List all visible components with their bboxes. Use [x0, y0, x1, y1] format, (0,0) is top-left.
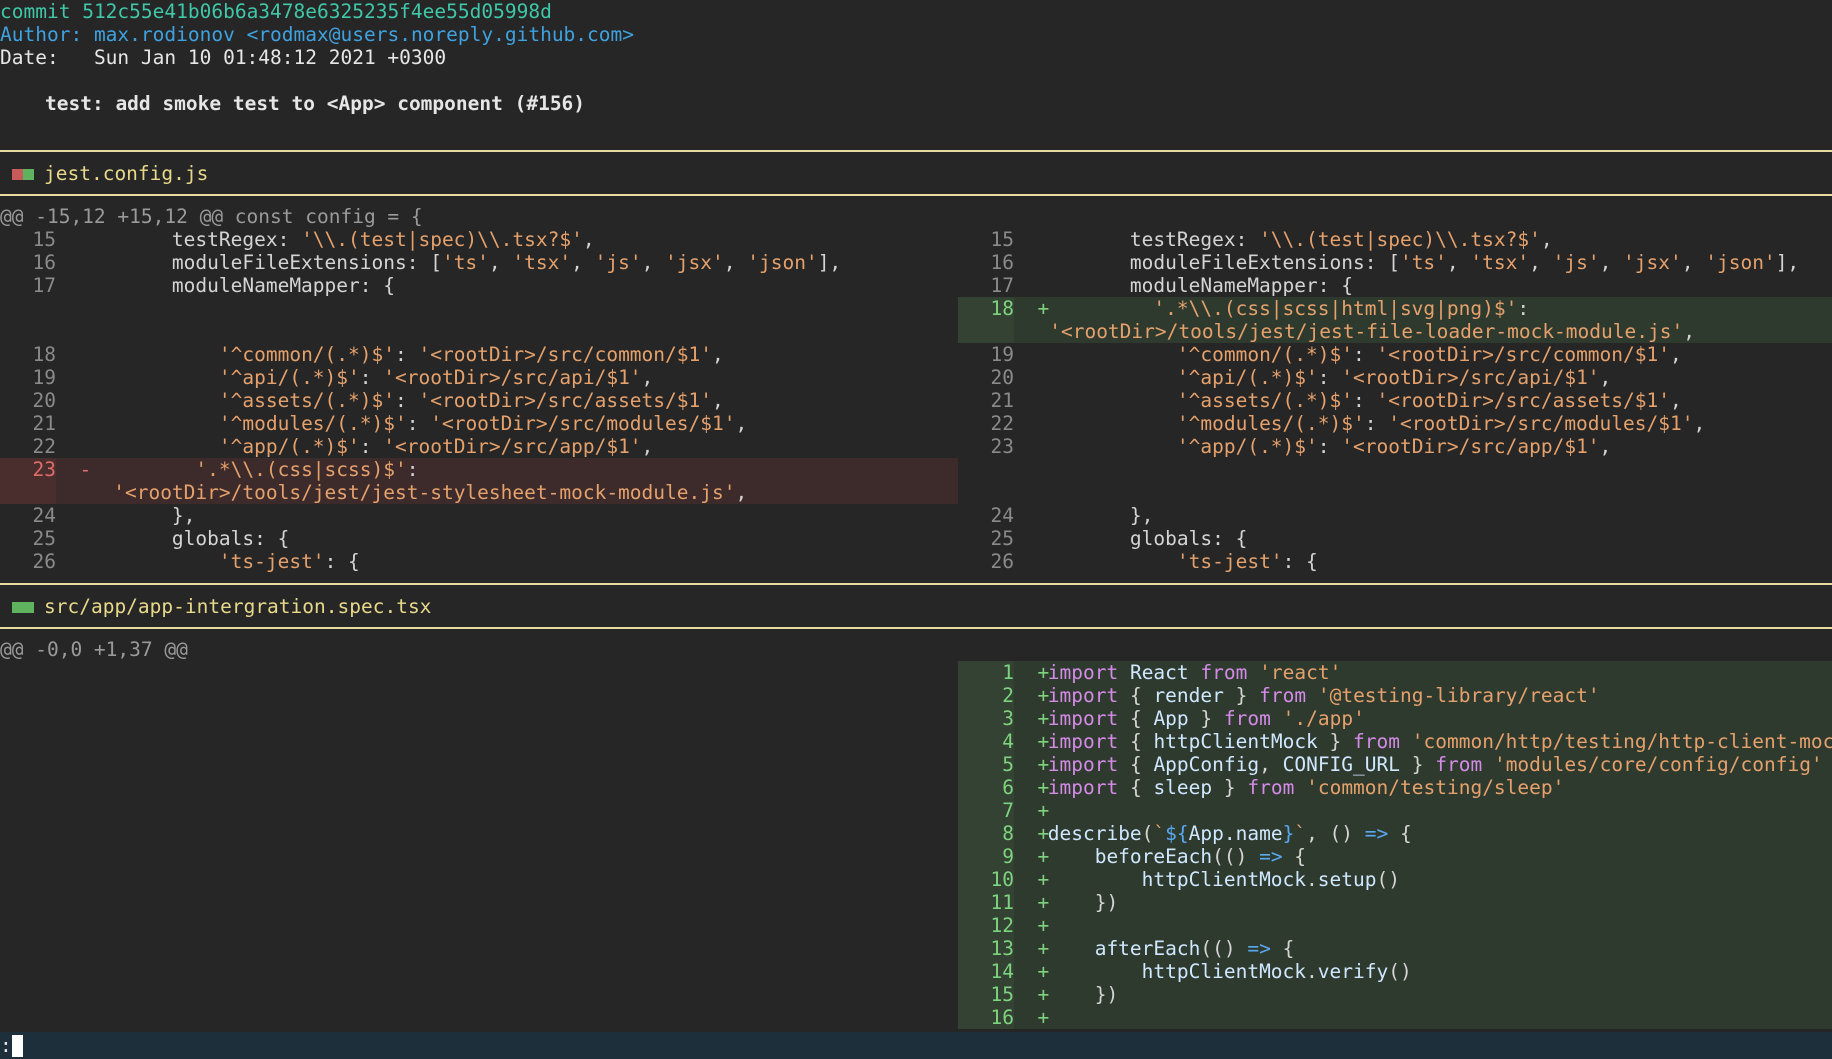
- diff-line: 18 '^common/(.*)$': '<rootDir>/src/commo…: [32, 343, 724, 366]
- diff-filler: [0, 297, 958, 320]
- diff-line-added: 18 + '.*\\.(css|scss|html|svg|png)$':: [958, 297, 1832, 320]
- diff-line-added: 2 + import { render } from '@testing-lib…: [958, 684, 1832, 707]
- diff-line: 24 },: [32, 504, 196, 527]
- diff-line: 24 },: [990, 504, 1154, 527]
- diff-line: 22 '^modules/(.*)$': '<rootDir>/src/modu…: [990, 412, 1706, 435]
- pager-prompt-bar[interactable]: :: [0, 1032, 1832, 1059]
- diff-line-added: 9 + beforeEach(() => {: [958, 845, 1832, 868]
- diff-line: 17 moduleNameMapper: {: [32, 274, 395, 297]
- diff-line-deleted: 23 - '.*\\.(css|scss)$':: [0, 458, 958, 481]
- diff-line-added: 16 +: [958, 1006, 1832, 1029]
- diff-line: 19 '^common/(.*)$': '<rootDir>/src/commo…: [990, 343, 1682, 366]
- diff-right-pane: 15 testRegex: '\\.(test|spec)\\.tsx?$', …: [958, 228, 1832, 573]
- file-name: jest.config.js: [44, 161, 209, 185]
- hunk-header: @@ -0,0 +1,37 @@: [0, 638, 188, 661]
- file-header[interactable]: jest.config.js: [0, 152, 1832, 194]
- diff-line: 26 'ts-jest': {: [990, 550, 1318, 573]
- commit-message: test: add smoke test to <App> component …: [45, 92, 586, 115]
- text-cursor: [12, 1035, 23, 1057]
- commit-header: commit 512c55e41b06b6a3478e6325235f4ee55…: [0, 0, 1832, 150]
- file-separator: [0, 194, 1832, 196]
- diff-filler: [0, 320, 958, 343]
- modified-file-icon: [12, 168, 34, 180]
- date-label: Date:: [0, 46, 59, 69]
- diff-line: 15 testRegex: '\\.(test|spec)\\.tsx?$',: [32, 228, 595, 251]
- diff-line-added: 11 + }): [958, 891, 1832, 914]
- hunk-header: @@ -15,12 +15,12 @@ const config = {: [0, 205, 423, 228]
- diff-line: 25 globals: {: [32, 527, 290, 550]
- diff-line-added: 3 + import { App } from './app': [958, 707, 1832, 730]
- pager-prompt: :: [0, 1034, 12, 1057]
- diff-left-pane: 15 testRegex: '\\.(test|spec)\\.tsx?$', …: [0, 228, 958, 573]
- diff-line-added: 10 + httpClientMock.setup(): [958, 868, 1832, 891]
- diff-line-added: 5 + import { AppConfig, CONFIG_URL } fro…: [958, 753, 1832, 776]
- diff-line: 16 moduleFileExtensions: ['ts', 'tsx', '…: [990, 251, 1800, 274]
- date-value: Sun Jan 10 01:48:12 2021 +0300: [93, 46, 447, 69]
- diff-line: 19 '^api/(.*)$': '<rootDir>/src/api/$1',: [32, 366, 654, 389]
- diff-split-view: 1 + import React from 'react' 2 + import…: [0, 661, 1832, 1029]
- diff-filler: [958, 481, 1832, 504]
- diff-line-added: 1 + import React from 'react': [958, 661, 1832, 684]
- diff-line: 25 globals: {: [990, 527, 1248, 550]
- diff-line-deleted-wrap: '<rootDir>/tools/jest/jest-stylesheet-mo…: [0, 481, 958, 504]
- file-separator: [0, 627, 1832, 629]
- file-header[interactable]: src/app/app-intergration.spec.tsx: [0, 585, 1832, 627]
- added-file-icon: [12, 601, 34, 613]
- diff-line-added: 15 + }): [958, 983, 1832, 1006]
- diff-line: 21 '^modules/(.*)$': '<rootDir>/src/modu…: [32, 412, 748, 435]
- diff-line-added: 14 + httpClientMock.verify(): [958, 960, 1832, 983]
- author-label: Author:: [0, 23, 83, 46]
- author-name: max.rodionov: [93, 23, 235, 46]
- diff-line: 20 '^assets/(.*)$': '<rootDir>/src/asset…: [32, 389, 724, 412]
- diff-right-pane: 1 + import React from 'react' 2 + import…: [958, 661, 1832, 1029]
- author-email: <rodmax@users.noreply.github.com>: [246, 23, 634, 46]
- diff-line-added: 6 + import { sleep } from 'common/testin…: [958, 776, 1832, 799]
- diff-line-added: 8 + describe(`${App.name}`, () => {: [958, 822, 1832, 845]
- commit-hash: 512c55e41b06b6a3478e6325235f4ee55d05998d: [82, 0, 552, 23]
- diff-line: 23 '^app/(.*)$': '<rootDir>/src/app/$1',: [990, 435, 1612, 458]
- diff-line: 26 'ts-jest': {: [32, 550, 360, 573]
- diff-split-view: 15 testRegex: '\\.(test|spec)\\.tsx?$', …: [0, 228, 1832, 573]
- file-name: src/app/app-intergration.spec.tsx: [44, 594, 432, 618]
- diff-line: 22 '^app/(.*)$': '<rootDir>/src/app/$1',: [32, 435, 654, 458]
- diff-line-added: 4 + import { httpClientMock } from 'comm…: [958, 730, 1832, 753]
- diff-line: 21 '^assets/(.*)$': '<rootDir>/src/asset…: [990, 389, 1682, 412]
- commit-label: commit: [0, 0, 71, 23]
- diff-line: 15 testRegex: '\\.(test|spec)\\.tsx?$',: [990, 228, 1553, 251]
- diff-line-added-wrap: '<rootDir>/tools/jest/jest-file-loader-m…: [958, 320, 1832, 343]
- diff-line: 20 '^api/(.*)$': '<rootDir>/src/api/$1',: [990, 366, 1612, 389]
- diff-filler: [958, 458, 1832, 481]
- diff-line: 16 moduleFileExtensions: ['ts', 'tsx', '…: [32, 251, 842, 274]
- diff-line: 17 moduleNameMapper: {: [990, 274, 1353, 297]
- diff-line-added: 13 + afterEach(() => {: [958, 937, 1832, 960]
- diff-left-pane-empty: [0, 661, 958, 1029]
- diff-line-added: 7 +: [958, 799, 1832, 822]
- diff-line-added: 12 +: [958, 914, 1832, 937]
